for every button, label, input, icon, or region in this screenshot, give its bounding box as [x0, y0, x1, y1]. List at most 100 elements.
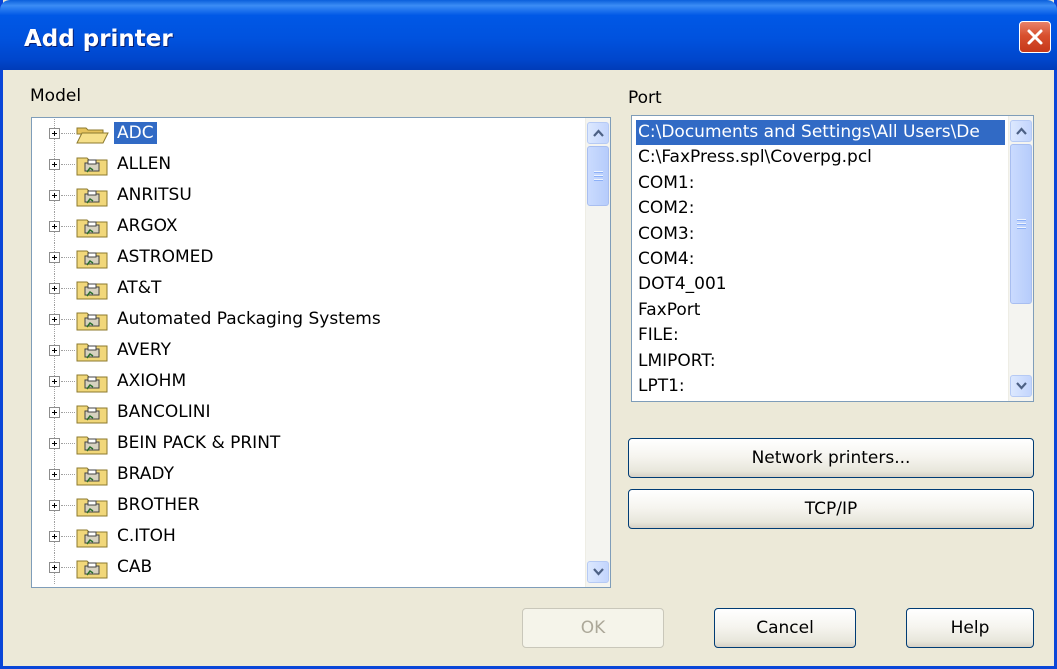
port-list-item[interactable]: COM1:: [636, 171, 696, 196]
folder-printer-icon: [76, 498, 108, 517]
folder-printer-icon: [76, 157, 108, 176]
model-item-label: ASTROMED: [117, 247, 214, 267]
tree-connector-line: [61, 319, 75, 320]
port-list[interactable]: C:\Documents and Settings\All Users\De C:…: [631, 115, 1034, 402]
tree-connector-line: [61, 350, 75, 351]
port-label: Port: [628, 88, 662, 108]
model-tree-item[interactable]: ARGOX: [32, 212, 572, 243]
close-icon: [1027, 29, 1043, 45]
folder-printer-icon: [76, 281, 108, 300]
model-scroll-thumb[interactable]: [587, 146, 609, 206]
port-list-item[interactable]: COM2:: [636, 196, 696, 221]
expand-plus-icon[interactable]: [49, 562, 60, 573]
folder-printer-icon: [76, 219, 108, 238]
expand-plus-icon[interactable]: [49, 345, 60, 356]
chevron-down-icon: [1016, 382, 1027, 390]
expand-plus-icon[interactable]: [49, 407, 60, 418]
cancel-button[interactable]: Cancel: [714, 608, 856, 648]
folder-printer-icon: [76, 374, 108, 393]
port-scrollbar[interactable]: [1008, 116, 1033, 401]
tree-connector-line: [61, 505, 75, 506]
model-item-label: Automated Packaging Systems: [117, 309, 381, 329]
port-list-item[interactable]: C:\Documents and Settings\All Users\De: [636, 120, 1005, 145]
model-tree-item[interactable]: BEIN PACK & PRINT: [32, 429, 572, 460]
help-button[interactable]: Help: [906, 608, 1034, 648]
port-list-item[interactable]: C:\FaxPress.spl\Coverpg.pcl: [636, 145, 874, 170]
port-list-item[interactable]: FaxPort: [636, 298, 702, 323]
expand-plus-icon[interactable]: [49, 128, 60, 139]
folder-printer-icon: [76, 250, 108, 269]
model-tree-item[interactable]: BROTHER: [32, 491, 572, 522]
model-item-label: ALLEN: [117, 154, 172, 174]
model-tree-item[interactable]: AXIOHM: [32, 367, 572, 398]
expand-plus-icon[interactable]: [49, 314, 60, 325]
model-tree-item[interactable]: C.ITOH: [32, 522, 572, 553]
model-tree-item[interactable]: AT&T: [32, 274, 572, 305]
tree-connector-line: [61, 412, 75, 413]
tree-connector-line: [61, 536, 75, 537]
model-item-label: AXIOHM: [117, 371, 187, 391]
expand-plus-icon[interactable]: [49, 190, 60, 201]
expand-plus-icon[interactable]: [49, 500, 60, 511]
tcpip-button[interactable]: TCP/IP: [628, 489, 1034, 529]
port-scroll-thumb[interactable]: [1010, 144, 1032, 304]
model-item-label: C.ITOH: [117, 526, 176, 546]
expand-plus-icon[interactable]: [49, 438, 60, 449]
chevron-down-icon: [593, 568, 604, 576]
close-button[interactable]: [1019, 21, 1051, 53]
model-tree-item[interactable]: ALLEN: [32, 150, 572, 181]
model-item-label: AT&T: [117, 278, 162, 298]
model-item-label: AVERY: [117, 340, 172, 360]
port-scroll-down-button[interactable]: [1010, 375, 1032, 397]
model-tree-item[interactable]: BANCOLINI: [32, 398, 572, 429]
model-label: Model: [30, 86, 82, 106]
ok-button[interactable]: OK: [522, 608, 664, 648]
network-printers-button[interactable]: Network printers...: [628, 438, 1034, 478]
expand-plus-icon[interactable]: [49, 376, 60, 387]
folder-open-icon: [76, 127, 109, 144]
dialog-title: Add printer: [24, 26, 173, 52]
folder-printer-icon: [76, 188, 108, 207]
tree-connector-line: [61, 226, 75, 227]
folder-printer-icon: [76, 343, 108, 362]
model-tree-item[interactable]: ASTROMED: [32, 243, 572, 274]
model-tree-item[interactable]: BRADY: [32, 460, 572, 491]
port-list-item[interactable]: FILE:: [636, 323, 681, 348]
tree-connector-line: [61, 133, 75, 134]
title-bar[interactable]: Add printer: [0, 0, 1057, 70]
tree-connector-line: [61, 443, 75, 444]
folder-printer-icon: [76, 529, 108, 548]
expand-plus-icon[interactable]: [49, 469, 60, 480]
expand-plus-icon[interactable]: [49, 531, 60, 542]
model-item-label: BEIN PACK & PRINT: [117, 433, 281, 453]
model-item-label: ARGOX: [117, 216, 178, 236]
port-list-item[interactable]: DOT4_001: [636, 272, 729, 297]
model-tree[interactable]: ADC ALLEN ANRITSU ARGOX ASTROMED AT&T Automate…: [31, 117, 611, 588]
model-tree-item[interactable]: ADC: [32, 119, 572, 150]
model-item-label: BROTHER: [117, 495, 200, 515]
model-scroll-up-button[interactable]: [587, 122, 609, 144]
expand-plus-icon[interactable]: [49, 252, 60, 263]
port-list-item[interactable]: LMIPORT:: [636, 349, 718, 374]
port-list-item[interactable]: LPT1:: [636, 374, 687, 399]
model-item-label: BANCOLINI: [117, 402, 211, 422]
expand-plus-icon[interactable]: [49, 159, 60, 170]
expand-plus-icon[interactable]: [49, 221, 60, 232]
expand-plus-icon[interactable]: [49, 283, 60, 294]
port-scroll-up-button[interactable]: [1010, 120, 1032, 142]
add-printer-dialog: Add printer Model Port ADC ALLEN ANRITSU AR…: [0, 0, 1057, 669]
model-item-label: CAB: [117, 557, 153, 577]
model-tree-item[interactable]: AVERY: [32, 336, 572, 367]
model-tree-item[interactable]: ANRITSU: [32, 181, 572, 212]
port-list-item[interactable]: COM3:: [636, 222, 696, 247]
tree-connector-line: [61, 381, 75, 382]
folder-printer-icon: [76, 405, 108, 424]
model-tree-item[interactable]: CAB: [32, 553, 572, 584]
port-list-item[interactable]: COM4:: [636, 247, 696, 272]
model-tree-item[interactable]: Automated Packaging Systems: [32, 305, 572, 336]
folder-printer-icon: [76, 312, 108, 331]
tree-connector-line: [61, 288, 75, 289]
model-scroll-down-button[interactable]: [587, 561, 609, 583]
folder-printer-icon: [76, 560, 108, 579]
model-scrollbar[interactable]: [585, 118, 610, 587]
